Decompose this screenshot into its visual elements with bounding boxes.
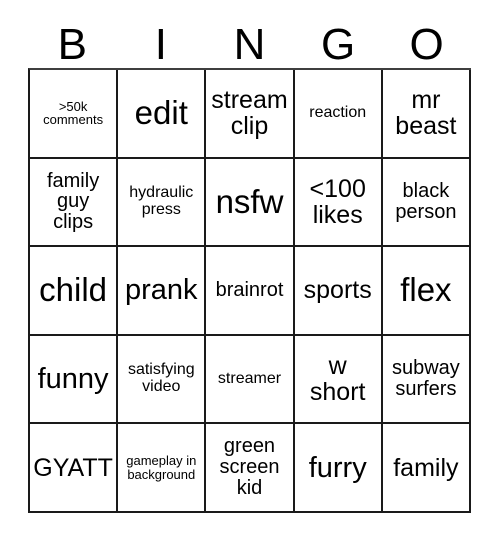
bingo-cell[interactable]: flex <box>382 247 471 336</box>
bingo-cell-label: nsfw <box>215 182 284 220</box>
bingo-cell-label: >50k comments <box>43 98 104 128</box>
bingo-cell[interactable]: streamer <box>206 335 295 425</box>
bingo-header-row: B I N G O <box>28 10 471 68</box>
bingo-cell-label: gameplay in background <box>126 453 197 482</box>
bingo-cell[interactable]: reaction <box>294 70 383 159</box>
bingo-cell[interactable]: satisfying video <box>118 335 207 425</box>
bingo-cell-label: stream clip <box>211 86 288 141</box>
bingo-cell[interactable]: stream clip <box>206 70 295 159</box>
bingo-cell[interactable]: black person <box>382 158 471 248</box>
bingo-cell-label: flex <box>400 271 452 309</box>
bingo-cell[interactable]: family <box>382 424 471 513</box>
bingo-cell-label: <100 likes <box>309 174 366 229</box>
bingo-cell-label: furry <box>308 451 367 484</box>
bingo-cell[interactable]: subway surfers <box>382 335 471 425</box>
bingo-cell[interactable]: hydraulic press <box>118 158 207 248</box>
bingo-cell-label: edit <box>134 94 188 132</box>
bingo-cell[interactable]: green screen kid <box>206 424 295 513</box>
bingo-cell[interactable]: >50k comments <box>30 70 119 159</box>
bingo-cell-label: streamer <box>217 369 282 387</box>
bingo-header-letter-n: N <box>233 20 266 69</box>
bingo-cell-label: family <box>393 453 459 482</box>
bingo-cell-label: child <box>39 271 108 309</box>
bingo-header-letter-o: O <box>409 20 444 69</box>
bingo-cell-label: funny <box>37 363 109 396</box>
bingo-cell-label: w short <box>309 352 366 407</box>
bingo-cell[interactable]: GYATT <box>30 424 119 513</box>
bingo-cell-label: hydraulic press <box>129 184 194 218</box>
bingo-header-letter-i: I <box>154 20 167 69</box>
bingo-cell[interactable]: nsfw <box>206 158 295 248</box>
bingo-cell[interactable]: funny <box>30 335 119 425</box>
bingo-cell-label: subway surfers <box>391 357 460 401</box>
bingo-cell-label: green screen kid <box>219 435 280 500</box>
bingo-cell[interactable]: furry <box>294 424 383 513</box>
bingo-header-letter-b: B <box>57 20 87 69</box>
bingo-cell[interactable]: child <box>30 247 119 336</box>
bingo-cell[interactable]: mr beast <box>382 70 471 159</box>
bingo-cell[interactable]: w short <box>294 335 383 425</box>
bingo-cell-label: mr beast <box>395 86 457 141</box>
bingo-cell-label: black person <box>395 180 457 223</box>
bingo-cell[interactable]: <100 likes <box>294 158 383 248</box>
bingo-grid: >50k comments edit stream clip reaction mr b… <box>28 68 471 513</box>
bingo-cell[interactable]: edit <box>118 70 207 159</box>
bingo-header-letter-g: G <box>320 20 356 69</box>
bingo-cell-label: family guy clips <box>46 169 100 234</box>
bingo-cell[interactable]: family guy clips <box>30 158 119 248</box>
bingo-cell-label: prank <box>125 274 198 307</box>
bingo-cell[interactable]: brainrot <box>206 247 295 336</box>
bingo-cell-label: satisfying video <box>127 361 195 396</box>
bingo-cell[interactable]: prank <box>118 247 207 336</box>
bingo-card: B I N G O >50k comments edit stream clip re… <box>0 0 500 544</box>
bingo-cell[interactable]: gameplay in background <box>118 424 207 513</box>
bingo-cell-label: sports <box>303 276 372 305</box>
bingo-cell[interactable]: sports <box>294 247 383 336</box>
bingo-cell-label: reaction <box>309 103 367 121</box>
bingo-cell-label: brainrot <box>215 279 284 302</box>
bingo-cell-label: GYATT <box>33 453 113 482</box>
